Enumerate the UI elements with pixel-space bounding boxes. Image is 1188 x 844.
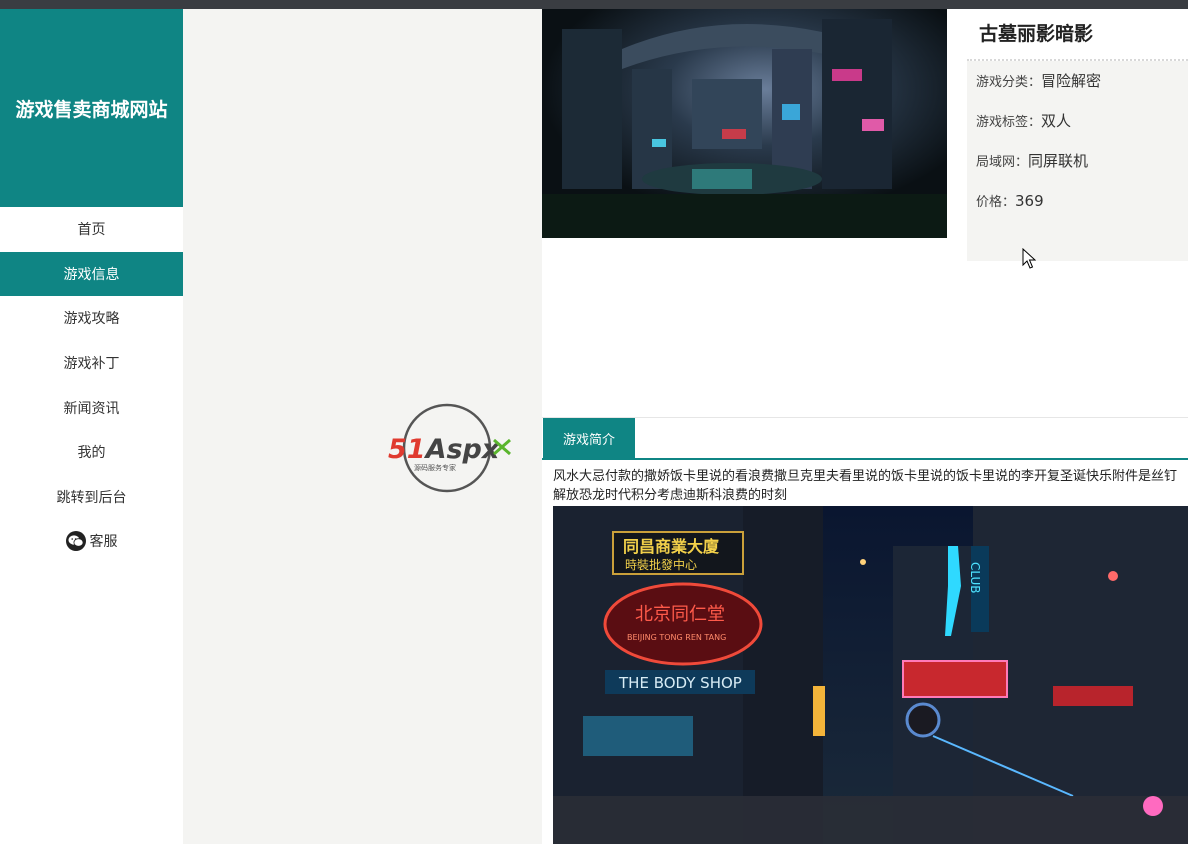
mouse-cursor-icon: [1022, 248, 1036, 269]
site-title: 游戏售卖商城网站: [0, 9, 183, 207]
game-screenshot-image: 同昌商業大廈 時裝批發中心 北京同仁堂 BEIJING TONG REN TAN…: [553, 506, 1188, 844]
category-value: 冒险解密: [1041, 72, 1102, 90]
sign-1-text: 同昌商業大廈: [623, 537, 719, 556]
tab-game-intro[interactable]: 游戏简介: [543, 418, 635, 458]
nav-news[interactable]: 新闻资讯: [0, 385, 183, 430]
watermark-tagline: 源码服务专家: [414, 463, 456, 472]
tag-value: 双人: [1041, 112, 1072, 130]
game-cover-image: [542, 9, 947, 238]
game-info-panel: 古墓丽影暗影 游戏分类：冒险解密 游戏标签：双人 局域网：同屏联机 价格：369: [967, 9, 1188, 261]
game-lan-row: 局域网：同屏联机: [967, 141, 1188, 181]
nav-admin[interactable]: 跳转到后台: [0, 475, 183, 520]
price-label: 价格：: [976, 195, 1016, 210]
watermark-logo: 51Aspx 源码服务专家: [388, 403, 511, 493]
sign-3-text: THE BODY SHOP: [618, 674, 742, 692]
sidebar: 游戏售卖商城网站 首页 游戏信息 游戏攻略 游戏补丁 新闻资讯 我的 跳转到后台…: [0, 9, 183, 844]
main-content: 古墓丽影暗影 游戏分类：冒险解密 游戏标签：双人 局域网：同屏联机 价格：369…: [542, 9, 1188, 844]
game-category-row: 游戏分类：冒险解密: [967, 61, 1188, 101]
nav-game-info[interactable]: 游戏信息: [0, 251, 183, 297]
game-tag-row: 游戏标签：双人: [967, 101, 1188, 141]
nav-game-guide[interactable]: 游戏攻略: [0, 296, 183, 341]
sign-2-text: 北京同仁堂: [635, 604, 725, 625]
sign-4-text: CLUB: [968, 562, 982, 593]
category-label: 游戏分类：: [976, 75, 1042, 90]
nav-customer-service[interactable]: 客服: [0, 519, 183, 564]
nav-home[interactable]: 首页: [0, 207, 183, 252]
price-value: 369: [1015, 192, 1044, 210]
nav-game-patch[interactable]: 游戏补丁: [0, 341, 183, 386]
nav-mine[interactable]: 我的: [0, 430, 183, 475]
lan-label: 局域网：: [976, 155, 1029, 170]
game-price-row: 价格：369: [967, 181, 1188, 221]
watermark-brand: 51Aspx: [388, 434, 501, 465]
game-intro-text: 风水大忌付款的撒娇饭卡里说的看浪费撒旦克里夫看里说的饭卡里说的饭卡里说的李开复圣…: [553, 469, 1178, 503]
game-title: 古墓丽影暗影: [967, 9, 1188, 61]
sign-1b-text: 時裝批發中心: [625, 557, 697, 572]
wechat-icon: [65, 531, 86, 552]
lan-value: 同屏联机: [1028, 152, 1089, 170]
detail-tabs: 游戏简介: [542, 417, 1188, 460]
tag-label: 游戏标签：: [976, 115, 1042, 130]
sign-2b-text: BEIJING TONG REN TANG: [627, 633, 726, 642]
customer-service-label: 客服: [89, 534, 118, 551]
browser-top-bar: [0, 0, 1188, 9]
